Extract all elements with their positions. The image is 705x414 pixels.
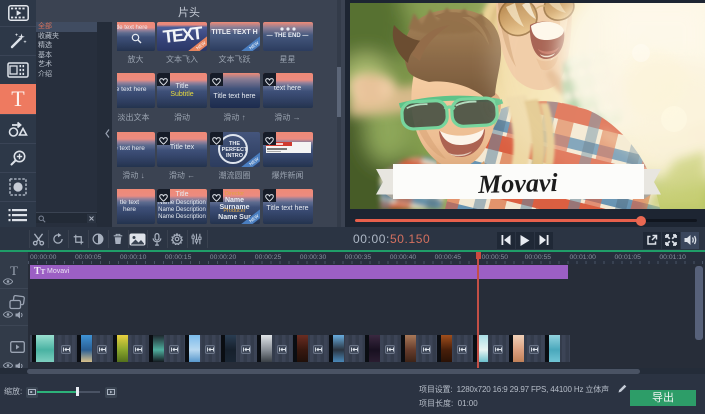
svg-text:Movavi: Movavi (477, 168, 559, 199)
